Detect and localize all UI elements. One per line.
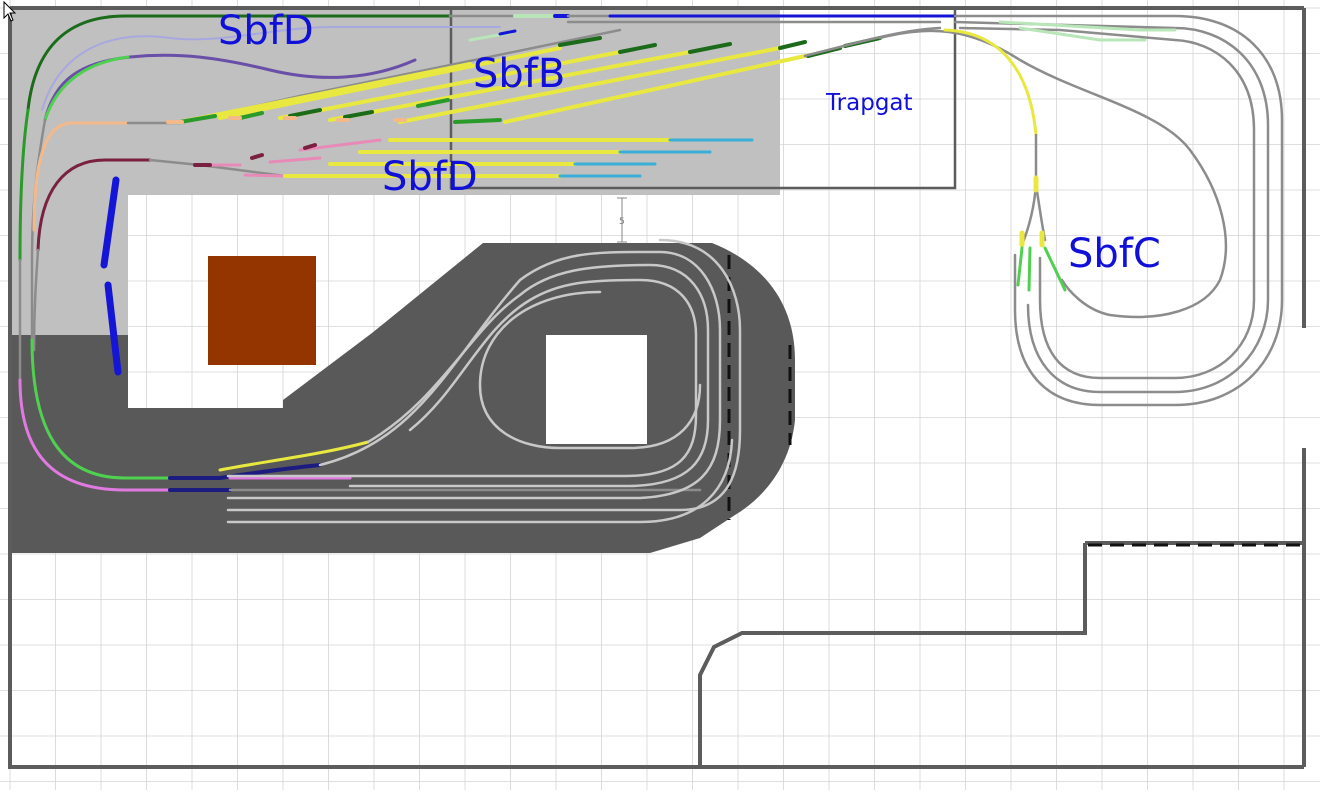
track-segment [953,14,1284,407]
track-segment [1043,246,1067,292]
track-segment [1016,246,1024,287]
label-sbfb: SbfB [473,51,565,97]
lower-level-opening [546,335,647,444]
label-sbfd-top: SbfD [218,8,314,54]
label-sbfd-middle: SbfD [382,154,478,200]
track-segment [878,29,1228,319]
track-segment [1027,246,1032,292]
track-segment [243,173,287,178]
track-segment [453,118,502,124]
track-segment [953,20,1270,394]
label-trapgat: Trapgat [825,90,913,116]
building-block [208,256,316,365]
label-sbfc: SbfC [1068,231,1161,277]
track-segment [958,26,1256,380]
track-segment [943,28,1038,137]
track-plan-canvas[interactable]: 5 SbfD SbfB SbfD Trapgat SbfC [0,0,1331,796]
dimension-label: 5 [619,217,625,227]
